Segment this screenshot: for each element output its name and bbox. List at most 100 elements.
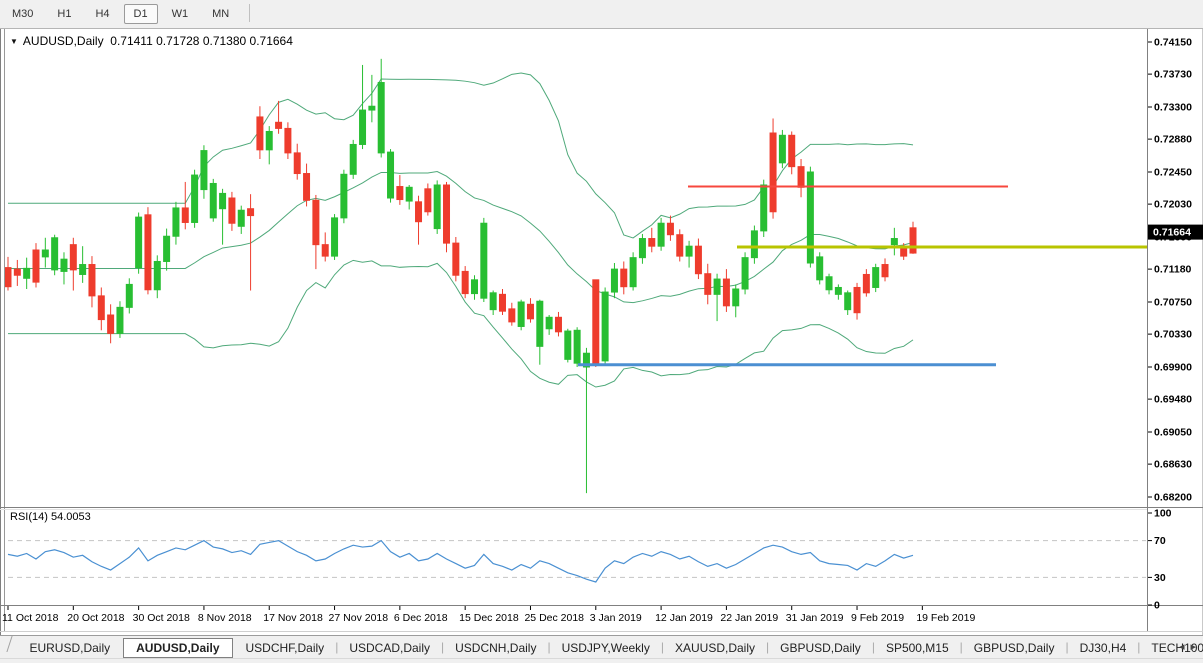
symbol-tab-gbpusd-daily[interactable]: GBPUSD,Daily [961,638,1068,658]
chart-background[interactable] [0,28,1203,635]
tabbar-scroll-arrows: ◂▸ [1176,640,1199,653]
candle-body [406,187,412,201]
candle-body [723,279,729,306]
candle-body [108,315,114,333]
price-chart-canvas[interactable]: 0.741500.737300.733000.728800.724500.720… [0,0,1203,663]
candle-body [602,292,608,361]
symbol-tab-usdcad-daily[interactable]: USDCAD,Daily [336,638,443,658]
timeframe-button-mn[interactable]: MN [202,4,239,24]
candle-body [714,279,720,294]
price-axis-label: 0.68630 [1154,459,1192,471]
candle-body [257,117,263,150]
symbol-tab-usdcnh-daily[interactable]: USDCNH,Daily [442,638,549,658]
symbol-tab-dj30-h4[interactable]: DJ30,H4 [1067,638,1140,658]
symbol-tab-usdjpy-weekly[interactable]: USDJPY,Weekly [549,638,663,658]
candle-body [229,198,235,223]
candle-body [89,265,95,296]
candle-body [285,128,291,152]
symbol-tab-eurusd-daily[interactable]: EURUSD,Daily [16,638,123,658]
candle-body [117,307,123,333]
candle-body [313,200,319,244]
date-axis-label: 25 Dec 2018 [524,612,584,624]
candle-body [266,131,272,149]
current-price-label: 0.71664 [1153,227,1191,239]
candle-body [145,215,151,290]
candle-body [630,258,636,287]
symbol-tab-audusd-daily[interactable]: AUDUSD,Daily [123,638,232,658]
candle-body [733,289,739,306]
symbol-tabbar: EURUSD,DailyAUDUSD,DailyUSDCHF,Daily|USD… [0,635,1203,658]
timeframe-button-h4[interactable]: H4 [85,4,119,24]
candle-body [798,167,804,188]
candle-body [360,110,366,144]
candle-body [397,187,403,200]
candle-body [126,284,132,307]
candle-body [5,268,11,287]
candle-body [537,301,543,346]
toolbar-divider [249,4,250,22]
candle-body [369,106,375,110]
candle-body [705,274,711,295]
price-axis-label: 0.68200 [1154,492,1192,504]
symbol-dropdown-icon[interactable]: ▼ [10,37,18,46]
price-axis-label: 0.72880 [1154,134,1192,146]
candle-body [910,228,916,253]
candle-body [863,274,869,292]
rsi-indicator-label: RSI(14) 54.0053 [10,511,91,523]
candle-body [854,287,860,312]
timeframe-button-m30[interactable]: M30 [2,4,43,24]
candle-body [873,268,879,288]
candle-body [322,245,328,256]
symbol-tab-usdchf-daily[interactable]: USDCHF,Daily [233,638,338,658]
price-axis-label: 0.71180 [1154,264,1192,276]
symbol-tab-xauusd-daily[interactable]: XAUUSD,Daily [662,638,768,658]
candle-body [61,259,67,271]
price-axis-label: 0.70750 [1154,297,1192,309]
rsi-axis-label: 0 [1154,600,1160,612]
candle-body [52,238,58,270]
candle-body [154,261,160,289]
candle-body [611,269,617,292]
timeframe-button-d1[interactable]: D1 [124,4,158,24]
price-axis-label: 0.69480 [1154,394,1192,406]
date-axis-label: 22 Jan 2019 [720,612,778,624]
candle-body [472,280,478,294]
timeframe-button-w1[interactable]: W1 [162,4,199,24]
horizontal-scrollbar[interactable] [0,658,1203,663]
rsi-current-value: 54.0053 [51,511,91,523]
rsi-axis-label: 70 [1154,535,1166,547]
candle-body [518,302,524,326]
candle-body [667,223,673,234]
date-axis-label: 30 Oct 2018 [133,612,190,624]
date-axis-label: 6 Dec 2018 [394,612,448,624]
candle-body [751,231,757,258]
candle-body [565,331,571,359]
timeframe-toolbar: M30H1H4D1W1MN [0,0,1203,29]
candle-body [14,269,20,275]
candle-body [481,223,487,298]
candle-body [742,258,748,289]
candle-body [33,250,39,282]
date-axis-label: 27 Nov 2018 [329,612,389,624]
candle-body [332,218,338,256]
candle-body [201,151,207,190]
rsi-axis-label: 100 [1154,508,1172,520]
candle-body [761,185,767,231]
candle-body [220,193,226,208]
candle-body [901,248,907,256]
candle-body [388,152,394,198]
candle-body [425,189,431,212]
tab-scroll-right-icon[interactable]: ▸ [1190,641,1196,653]
date-axis-label: 17 Nov 2018 [263,612,323,624]
candle-body [341,174,347,218]
date-axis-label: 19 Feb 2019 [916,612,975,624]
symbol-tab-sp500-m15[interactable]: SP500,M15 [873,638,962,658]
candle-body [70,245,76,270]
symbol-tab-gbpusd-daily[interactable]: GBPUSD,Daily [767,638,874,658]
chart-ohlc-values: 0.71411 0.71728 0.71380 0.71664 [110,34,293,48]
price-axis-label: 0.73730 [1154,69,1192,81]
date-axis-label: 11 Oct 2018 [2,612,59,624]
candle-body [555,317,561,332]
timeframe-button-h1[interactable]: H1 [47,4,81,24]
tab-scroll-left-icon[interactable]: ◂ [1179,641,1185,653]
